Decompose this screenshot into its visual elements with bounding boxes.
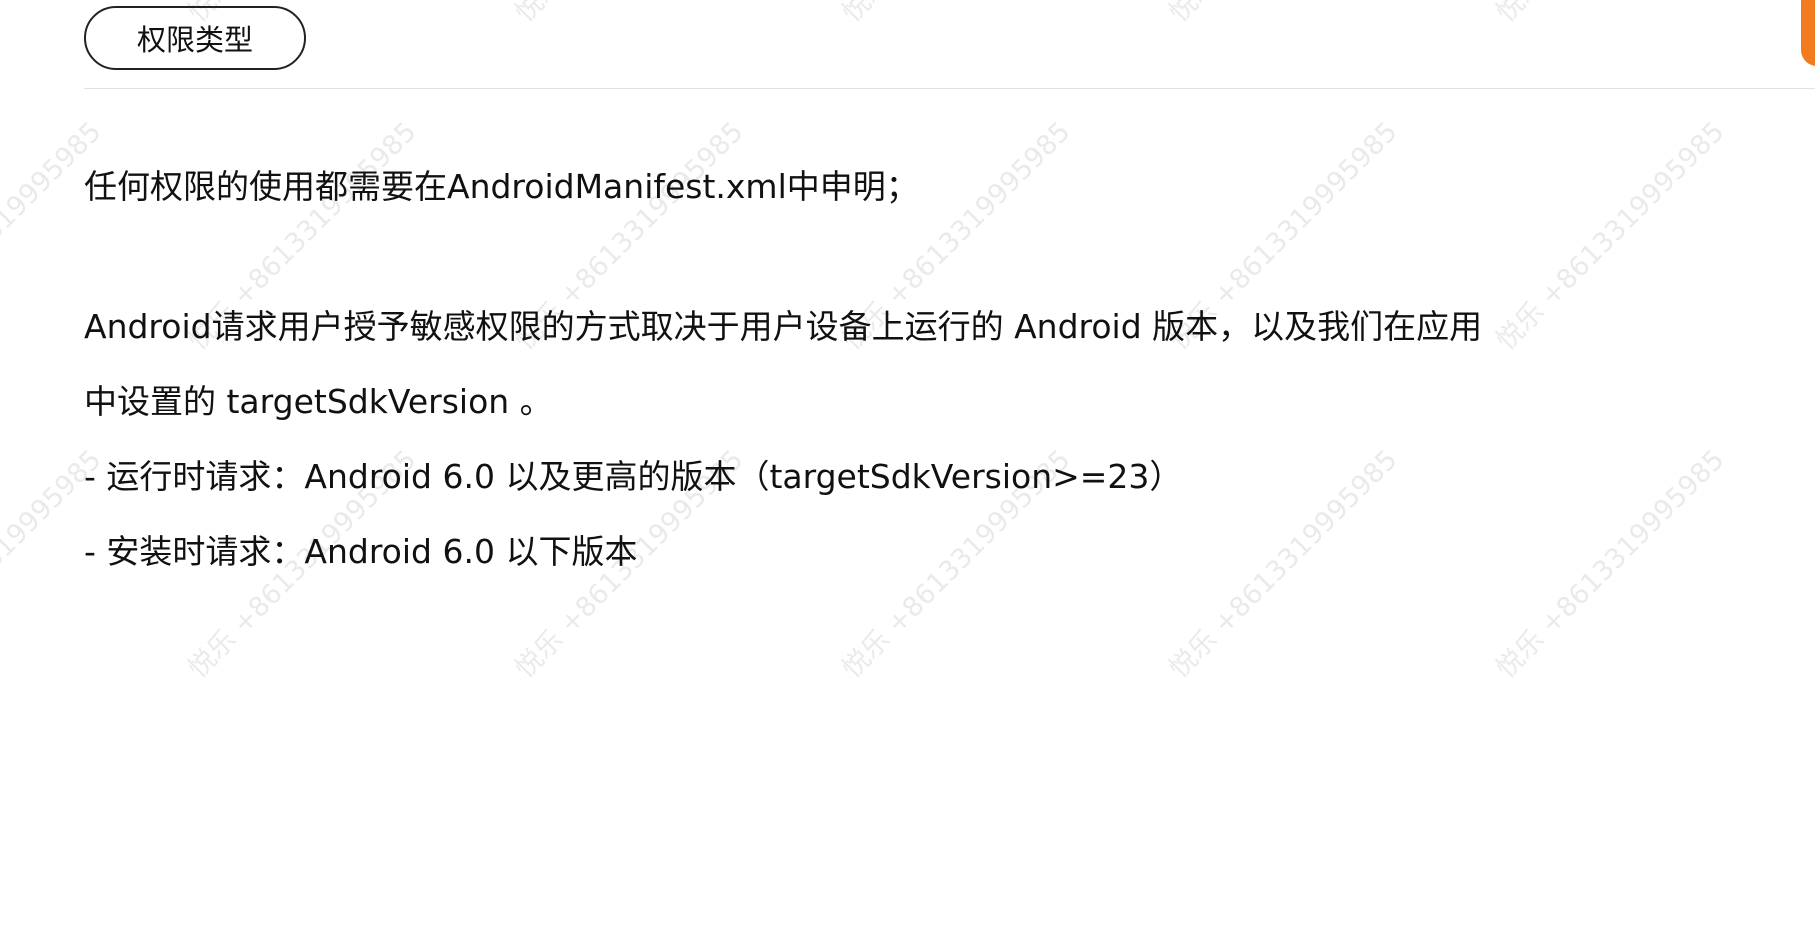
watermark-text: 悦乐 +8613319995985 [1485, 0, 1731, 29]
paragraph-manifest-note: 任何权限的使用都需要在AndroidManifest.xml中申明； [84, 167, 919, 206]
watermark-text: 悦乐 +8613319995985 [831, 0, 1077, 29]
list-item-runtime-request: - 运行时请求：Android 6.0 以及更高的版本（targetSdkVer… [84, 457, 1183, 496]
paragraph-permission-request-cont: 中设置的 targetSdkVersion 。 [84, 382, 553, 421]
section-divider [84, 88, 1815, 89]
watermark-text: 悦乐 +8613319995985 [1163, 444, 1404, 685]
section-tag: 权限类型 [84, 6, 306, 70]
watermark-text: 悦乐 +8613319995985 [504, 0, 750, 29]
corner-badge[interactable] [1801, 0, 1815, 66]
watermark-text: 悦乐 +8613319995985 [1158, 0, 1404, 29]
document-page: 悦乐 +8613319995985 悦乐 +8613319995985 悦乐 +… [0, 0, 1815, 943]
list-item-install-request: - 安装时请求：Android 6.0 以下版本 [84, 532, 638, 571]
paragraph-permission-request: Android请求用户授予敏感权限的方式取决于用户设备上运行的 Android … [84, 307, 1483, 346]
watermark-text: 悦乐 +8613319995985 [1490, 116, 1731, 357]
watermark-text: 悦乐 +8613319995985 [1490, 444, 1731, 685]
